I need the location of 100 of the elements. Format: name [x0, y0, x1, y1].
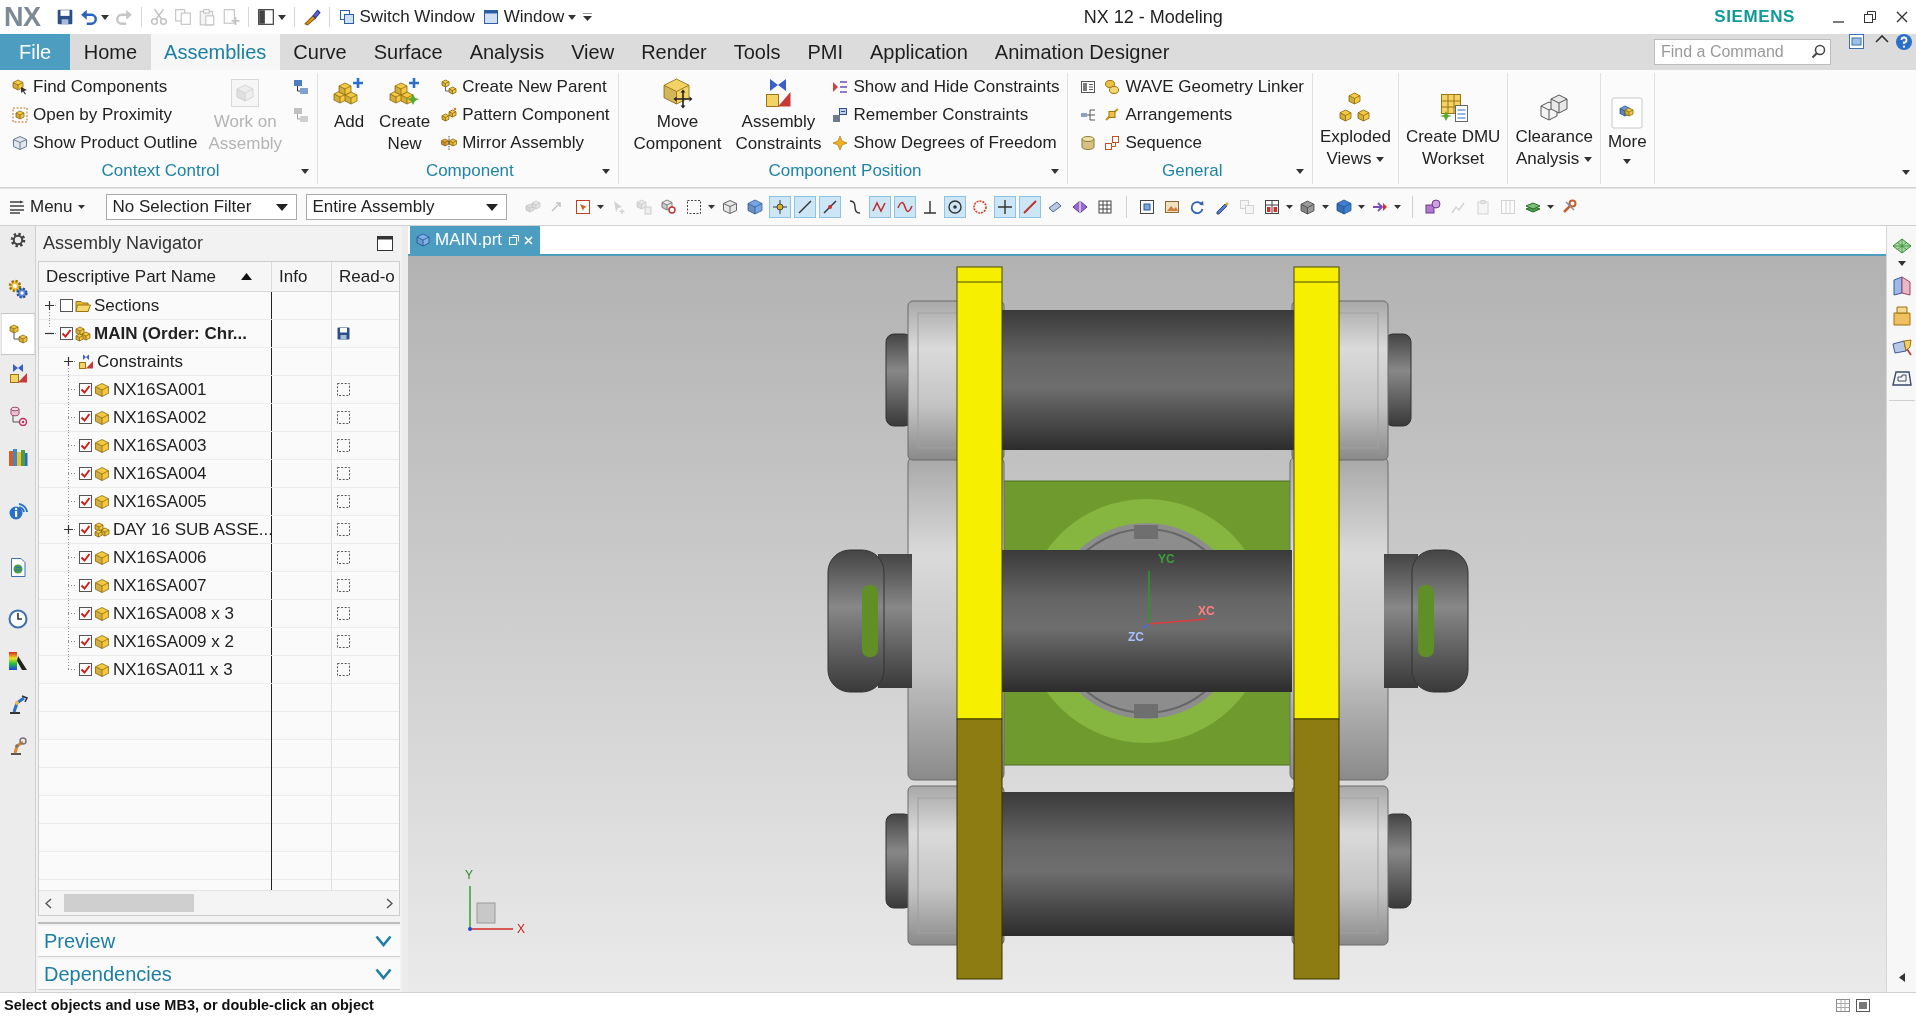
gears-icon[interactable]: [7, 279, 28, 299]
ribbon-button[interactable]: Assembly Constraints: [732, 73, 825, 155]
shapes-icon[interactable]: [1425, 199, 1442, 215]
clock-icon[interactable]: [7, 609, 28, 629]
tree-item-label[interactable]: NX16SA005: [113, 491, 207, 512]
left-triangle-icon[interactable]: [1898, 973, 1905, 982]
checkbox[interactable]: [79, 523, 92, 536]
settings-icon[interactable]: [9, 232, 26, 248]
constraint-shapes-icon[interactable]: [7, 363, 28, 383]
tree-item-label[interactable]: NX16SA008 x 3: [113, 603, 234, 624]
command-button[interactable]: Mirror Assembly: [441, 129, 610, 157]
brush-icon[interactable]: [302, 8, 321, 26]
window-icon[interactable]: [256, 8, 275, 26]
dotted-circle-icon[interactable]: [972, 199, 989, 215]
checkbox[interactable]: [79, 551, 92, 564]
dashed-square-icon[interactable]: [336, 466, 351, 481]
ribbon-tab[interactable]: Assemblies: [150, 34, 280, 70]
diamond-icon[interactable]: [1072, 199, 1089, 215]
dashed-square-icon[interactable]: [336, 606, 351, 621]
folded-sheet-icon[interactable]: [1891, 276, 1912, 296]
horizontal-scrollbar[interactable]: [39, 890, 399, 915]
help-icon[interactable]: [1896, 34, 1912, 50]
command-button[interactable]: Open by Proximity: [12, 101, 198, 129]
snap-point-icon[interactable]: [769, 196, 792, 218]
command-button[interactable]: Show Product Outline: [12, 129, 198, 157]
command-button[interactable]: Show and Hide Constraints: [832, 73, 1060, 101]
expand-icon[interactable]: [62, 356, 74, 367]
perpendicular-icon[interactable]: [922, 199, 939, 215]
ribbon-tab[interactable]: Surface: [360, 34, 457, 70]
command-button[interactable]: Show Degrees of Freedom: [832, 129, 1060, 157]
command-button[interactable]: Sequence: [1104, 129, 1304, 157]
selection-dropdown[interactable]: No Selection Filter: [105, 194, 297, 220]
tilted-sheet-icon[interactable]: [1047, 199, 1064, 215]
table-icon[interactable]: [1264, 199, 1281, 215]
ribbon-button[interactable]: More: [1604, 93, 1650, 164]
plus-icon[interactable]: [994, 196, 1017, 218]
caret-icon[interactable]: [1051, 169, 1060, 174]
line-point-icon[interactable]: [819, 196, 842, 218]
command-button[interactable]: Create New Parent: [441, 73, 610, 101]
shaded-cube-icon[interactable]: [1300, 199, 1317, 215]
blocks-icon[interactable]: [293, 79, 310, 95]
ribbon-button[interactable]: Add: [330, 73, 369, 133]
expand-icon[interactable]: [62, 524, 74, 535]
restore-icon[interactable]: [1864, 11, 1876, 23]
fit-view-icon[interactable]: [1139, 199, 1156, 215]
tree-item-label[interactable]: Constraints: [97, 351, 183, 372]
info-signal-icon[interactable]: [7, 500, 28, 520]
chevron-down-icon[interactable]: [375, 968, 392, 980]
ribbon-button[interactable]: Create DMU Workset: [1402, 87, 1504, 170]
chevron-down-icon[interactable]: [375, 935, 392, 947]
search-icon[interactable]: [1811, 44, 1826, 59]
outline-shape-icon[interactable]: [1891, 370, 1912, 386]
window-icon[interactable]: [1856, 998, 1870, 1012]
tree-item-label[interactable]: NX16SA004: [113, 463, 207, 484]
dashed-square-icon[interactable]: [336, 438, 351, 453]
checkbox[interactable]: [79, 663, 92, 676]
checkbox[interactable]: [79, 383, 92, 396]
expand-icon[interactable]: [43, 300, 55, 311]
caret-icon[interactable]: [277, 14, 286, 20]
checkbox[interactable]: [60, 327, 73, 340]
column-header[interactable]: Read-o: [332, 262, 399, 291]
caret-icon[interactable]: [601, 169, 610, 174]
caret-icon[interactable]: [100, 14, 109, 20]
cube-tree-icon[interactable]: [1, 313, 35, 355]
menu-button[interactable]: Menu: [9, 197, 85, 217]
sort-up-icon[interactable]: [241, 273, 252, 280]
cube-icon[interactable]: [747, 199, 764, 215]
mesh-surface-icon[interactable]: [1891, 238, 1912, 254]
tree-item-label[interactable]: NX16SA009 x 2: [113, 631, 234, 652]
command-button[interactable]: Pattern Component: [441, 101, 610, 129]
picture-icon[interactable]: [1164, 199, 1181, 215]
command-button[interactable]: WAVE Geometry Linker: [1104, 73, 1304, 101]
dashed-square-icon[interactable]: [336, 634, 351, 649]
checkbox[interactable]: [79, 467, 92, 480]
cube-outline-icon[interactable]: [722, 199, 739, 215]
palette-icon[interactable]: [7, 651, 28, 671]
info-panel-icon[interactable]: [1080, 79, 1097, 95]
dashed-square-icon[interactable]: [336, 578, 351, 593]
books-icon[interactable]: [7, 447, 28, 467]
robot-arm-icon[interactable]: [7, 694, 28, 714]
tree-item-label[interactable]: NX16SA002: [113, 407, 207, 428]
command-button[interactable]: Remember Constraints: [832, 101, 1060, 129]
ribbon-button[interactable]: Create New: [376, 73, 434, 155]
command-button[interactable]: Arrangements: [1104, 101, 1304, 129]
caret-icon[interactable]: [1296, 169, 1304, 174]
part-tree-icon[interactable]: [7, 406, 28, 426]
command-button[interactable]: Find Components: [12, 73, 198, 101]
caret-icon[interactable]: [596, 205, 604, 209]
undo-icon[interactable]: [79, 8, 98, 26]
caret-icon[interactable]: [301, 169, 310, 174]
caret-icon[interactable]: [707, 205, 715, 209]
dashed-square-icon[interactable]: [686, 199, 703, 215]
checkbox[interactable]: [79, 411, 92, 424]
tree-item-label[interactable]: NX16SA006: [113, 547, 207, 568]
tree-item-label[interactable]: NX16SA001: [113, 379, 207, 400]
ribbon-tab[interactable]: Tools: [720, 34, 794, 70]
ribbon-tab[interactable]: Home: [70, 34, 151, 70]
tool-icon[interactable]: [1891, 338, 1912, 356]
caret-icon[interactable]: [1897, 261, 1906, 266]
ribbon-tab[interactable]: Render: [627, 34, 721, 70]
